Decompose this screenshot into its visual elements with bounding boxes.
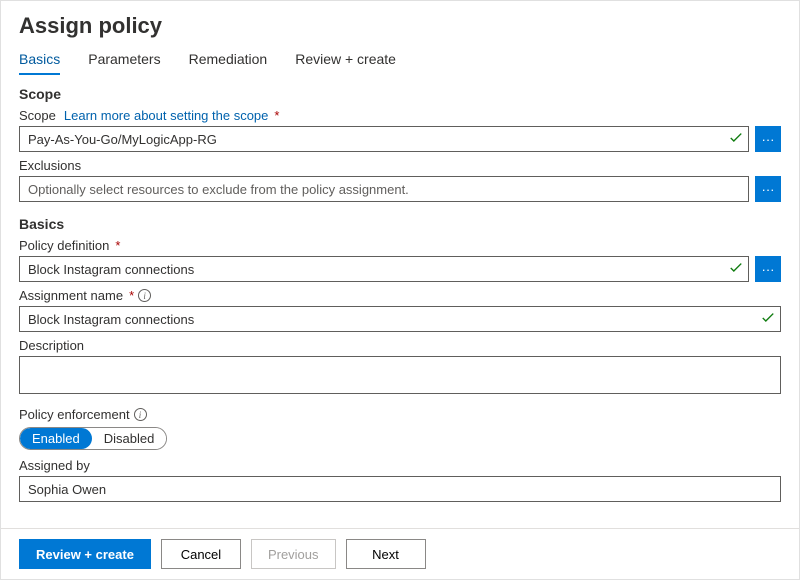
assignment-name-label-row: Assignment name * i — [19, 288, 781, 303]
scope-section-title: Scope — [19, 86, 781, 102]
basics-section-title: Basics — [19, 216, 781, 232]
scope-label-row: Scope Learn more about setting the scope… — [19, 108, 781, 123]
exclusions-label: Exclusions — [19, 158, 781, 173]
description-input[interactable] — [19, 356, 781, 394]
next-button[interactable]: Next — [346, 539, 426, 569]
assigned-by-label: Assigned by — [19, 458, 781, 473]
enforcement-toggle[interactable]: Enabled Disabled — [19, 427, 167, 450]
enforcement-disabled-option[interactable]: Disabled — [92, 428, 167, 449]
exclusions-picker-button[interactable]: ··· — [755, 176, 781, 202]
required-icon: * — [129, 288, 134, 303]
info-icon[interactable]: i — [134, 408, 147, 421]
policy-definition-label: Policy definition — [19, 238, 109, 253]
scope-picker-button[interactable]: ··· — [755, 126, 781, 152]
review-create-button[interactable]: Review + create — [19, 539, 151, 569]
policy-definition-label-row: Policy definition * — [19, 238, 781, 253]
ellipsis-icon: ··· — [762, 133, 775, 146]
previous-button: Previous — [251, 539, 336, 569]
page-title: Assign policy — [19, 13, 781, 39]
cancel-button[interactable]: Cancel — [161, 539, 241, 569]
assignment-name-label: Assignment name — [19, 288, 123, 303]
info-icon[interactable]: i — [138, 289, 151, 302]
enforcement-enabled-option[interactable]: Enabled — [20, 428, 92, 449]
required-icon: * — [274, 108, 279, 123]
tab-bar: Basics Parameters Remediation Review + c… — [19, 47, 781, 76]
enforcement-label: Policy enforcement — [19, 407, 130, 422]
ellipsis-icon: ··· — [762, 263, 775, 276]
scope-input[interactable] — [19, 126, 749, 152]
scope-label: Scope — [19, 108, 56, 123]
tab-basics[interactable]: Basics — [19, 47, 60, 75]
ellipsis-icon: ··· — [762, 183, 775, 196]
tab-parameters[interactable]: Parameters — [88, 47, 160, 75]
exclusions-input[interactable] — [19, 176, 749, 202]
tab-remediation[interactable]: Remediation — [189, 47, 268, 75]
assigned-by-input[interactable] — [19, 476, 781, 502]
footer-bar: Review + create Cancel Previous Next — [1, 528, 799, 579]
policy-definition-picker-button[interactable]: ··· — [755, 256, 781, 282]
assignment-name-input[interactable] — [19, 306, 781, 332]
tab-review-create[interactable]: Review + create — [295, 47, 396, 75]
scope-learn-more-link[interactable]: Learn more about setting the scope — [64, 108, 269, 123]
required-icon: * — [115, 238, 120, 253]
policy-definition-input[interactable] — [19, 256, 749, 282]
enforcement-label-row: Policy enforcement i — [19, 407, 781, 422]
description-label: Description — [19, 338, 781, 353]
